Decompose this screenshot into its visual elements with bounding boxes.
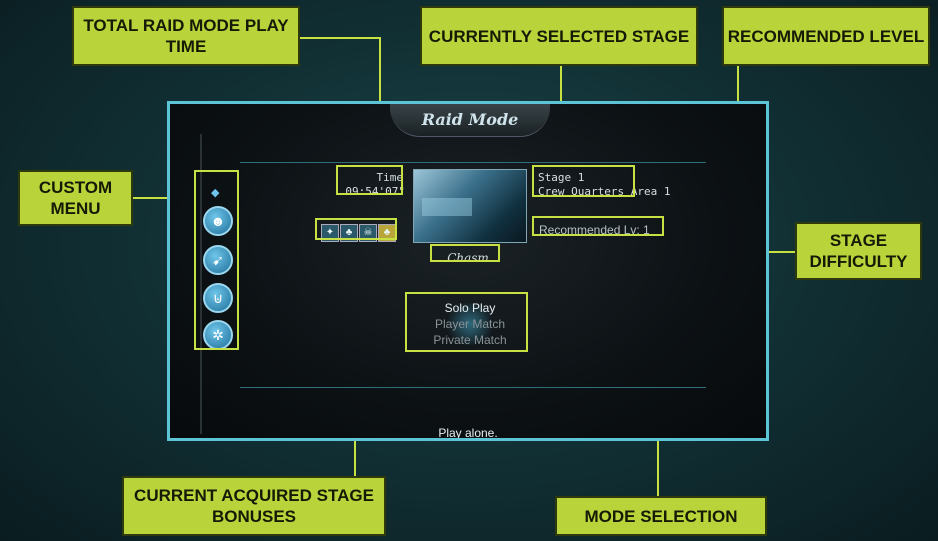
divider-bottom <box>240 387 706 388</box>
raid-mode-screen: Raid Mode ◆ ☻ ➹ ⊎ ✲ Time 09:54'07" Stage… <box>167 101 769 441</box>
divider-top <box>240 162 706 163</box>
callout-custom-menu: CUSTOM MENU <box>18 170 133 226</box>
highlight-selected-stage <box>532 165 635 197</box>
highlight-custom-menu <box>194 170 239 350</box>
stage-thumbnail <box>413 169 527 243</box>
highlight-play-time <box>336 165 403 195</box>
highlight-difficulty <box>430 244 500 262</box>
callout-recommended-level: RECOMMENDED LEVEL <box>722 6 930 66</box>
thumbnail-light <box>422 198 472 216</box>
callout-mode-selection: MODE SELECTION <box>555 496 767 536</box>
highlight-bonuses <box>315 218 397 240</box>
callout-total-play-time: TOTAL RAID MODE PLAY TIME <box>72 6 300 66</box>
callout-stage-difficulty: STAGE DIFFICULTY <box>795 222 922 280</box>
callout-selected-stage: CURRENTLY SELECTED STAGE <box>420 6 698 66</box>
screen-title: Raid Mode <box>421 110 519 129</box>
highlight-mode-selection <box>405 292 528 352</box>
title-bar: Raid Mode <box>390 104 550 137</box>
highlight-recommended-level <box>532 216 664 236</box>
mode-description: Play alone. <box>438 426 498 440</box>
callout-stage-bonuses: CURRENT ACQUIRED STAGE BONUSES <box>122 476 386 536</box>
